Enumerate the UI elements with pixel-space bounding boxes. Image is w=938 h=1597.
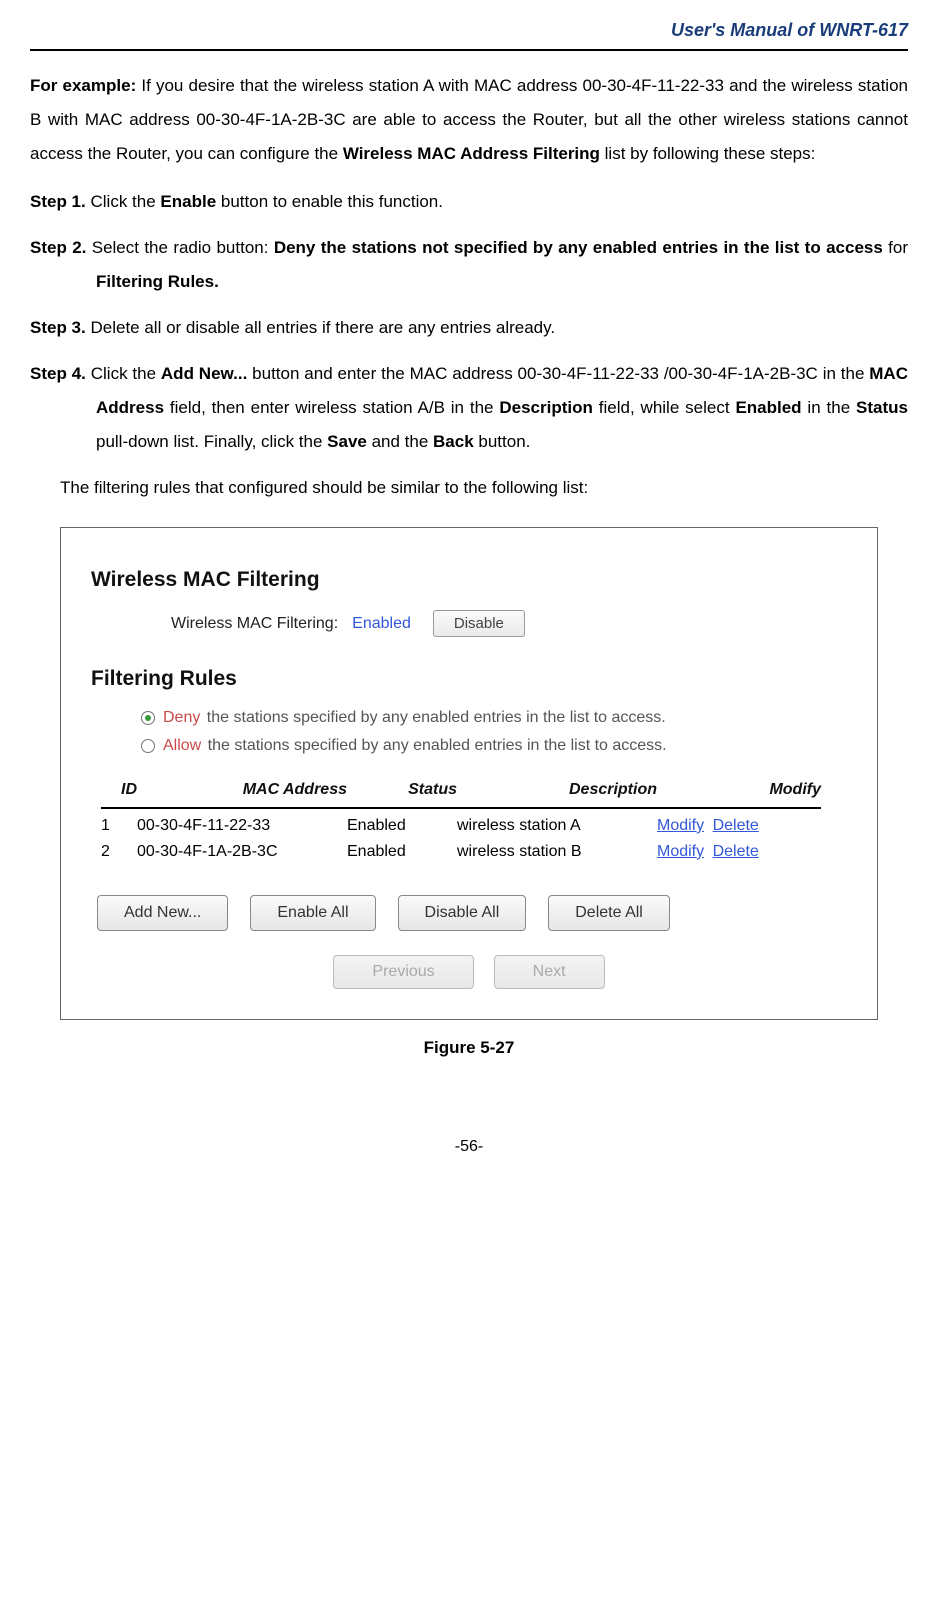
delete-link[interactable]: Delete	[713, 817, 759, 834]
modify-link[interactable]: Modify	[657, 817, 704, 834]
col-header-status: Status	[347, 781, 457, 799]
add-new-button[interactable]: Add New...	[97, 895, 228, 931]
filtering-status-value: Enabled	[352, 615, 411, 633]
previous-button: Previous	[333, 955, 473, 989]
step-4: Step 4. Click the Add New... button and …	[30, 357, 908, 459]
intro-text-2: list by following these steps:	[600, 144, 815, 163]
radio-allow-icon[interactable]	[141, 739, 155, 753]
step-1-label: Step 1.	[30, 192, 86, 211]
filtering-status-label: Wireless MAC Filtering:	[171, 615, 338, 633]
step-3-label: Step 3.	[30, 318, 86, 337]
for-example-label: For example:	[30, 76, 136, 95]
cell-mac: 00-30-4F-11-22-33	[137, 817, 347, 835]
step-2-t2: for	[883, 238, 908, 257]
step-4-t3: field, then enter wireless station A/B i…	[164, 398, 499, 417]
step-4-b7: Back	[433, 432, 474, 451]
step-4-t8: button.	[474, 432, 531, 451]
step-2-t1: Select the radio button:	[92, 238, 274, 257]
step-4-t5: in the	[802, 398, 856, 417]
page-header: User's Manual of WNRT-617	[30, 20, 908, 51]
step-4-t6: pull-down list. Finally, click the	[96, 432, 327, 451]
step-2-b2: Filtering Rules.	[96, 272, 219, 291]
action-button-row: Add New... Enable All Disable All Delete…	[97, 895, 857, 931]
delete-link[interactable]: Delete	[713, 843, 759, 860]
cell-modify: Modify Delete	[657, 843, 821, 861]
col-header-modify: Modify	[657, 781, 821, 799]
step-3: Step 3. Delete all or disable all entrie…	[30, 311, 908, 345]
cell-desc: wireless station B	[457, 843, 657, 861]
rule-deny-row[interactable]: Deny the stations specified by any enabl…	[141, 709, 857, 727]
rule-deny-keyword: Deny	[163, 709, 200, 726]
rule-deny-text: the stations specified by any enabled en…	[202, 709, 665, 726]
rule-allow-text: the stations specified by any enabled en…	[203, 737, 666, 754]
col-header-desc: Description	[457, 781, 657, 799]
cell-status: Enabled	[347, 817, 457, 835]
intro-bold-1: Wireless MAC Address Filtering	[343, 144, 600, 163]
step-4-label: Step 4.	[30, 364, 86, 383]
step-4-t1: Click the	[91, 364, 161, 383]
delete-all-button[interactable]: Delete All	[548, 895, 670, 931]
cell-desc: wireless station A	[457, 817, 657, 835]
enable-all-button[interactable]: Enable All	[250, 895, 375, 931]
rule-allow-keyword: Allow	[163, 737, 201, 754]
table-header-row: ID MAC Address Status Description Modify	[101, 781, 821, 809]
section-filtering-rules: Filtering Rules	[91, 667, 857, 691]
rule-allow-row[interactable]: Allow the stations specified by any enab…	[141, 737, 857, 755]
pager-row: Previous Next	[81, 955, 857, 989]
step-1-t1: Click the	[90, 192, 160, 211]
step-1-b1: Enable	[160, 192, 216, 211]
section-wireless-mac-filtering: Wireless MAC Filtering	[91, 568, 857, 592]
filtering-status-row: Wireless MAC Filtering: Enabled Disable	[171, 610, 857, 637]
step-1-t2: button to enable this function.	[216, 192, 443, 211]
modify-link[interactable]: Modify	[657, 843, 704, 860]
mac-filtering-table: ID MAC Address Status Description Modify…	[101, 781, 821, 861]
table-row: 2 00-30-4F-1A-2B-3C Enabled wireless sta…	[101, 843, 821, 861]
cell-id: 2	[101, 843, 137, 861]
table-row: 1 00-30-4F-11-22-33 Enabled wireless sta…	[101, 817, 821, 835]
step-3-t1: Delete all or disable all entries if the…	[90, 318, 555, 337]
step-2-label: Step 2.	[30, 238, 86, 257]
cell-mac: 00-30-4F-1A-2B-3C	[137, 843, 347, 861]
intro-paragraph: For example: If you desire that the wire…	[30, 69, 908, 171]
col-header-mac: MAC Address	[137, 781, 347, 799]
col-header-id: ID	[101, 781, 137, 799]
figure-container: Wireless MAC Filtering Wireless MAC Filt…	[60, 527, 878, 1020]
step-4-t7: and the	[367, 432, 433, 451]
step-2-b1: Deny the stations not specified by any e…	[274, 238, 883, 257]
cell-status: Enabled	[347, 843, 457, 861]
step-4-b1: Add New...	[161, 364, 247, 383]
figure-caption: Figure 5-27	[30, 1038, 908, 1058]
cell-id: 1	[101, 817, 137, 835]
disable-all-button[interactable]: Disable All	[398, 895, 527, 931]
radio-deny-icon[interactable]	[141, 711, 155, 725]
step-4-b3: Description	[499, 398, 593, 417]
filtering-rules-list: Deny the stations specified by any enabl…	[141, 709, 857, 755]
cell-modify: Modify Delete	[657, 817, 821, 835]
next-button: Next	[494, 955, 605, 989]
disable-button[interactable]: Disable	[433, 610, 525, 637]
step-4-t2: button and enter the MAC address 00-30-4…	[247, 364, 869, 383]
step-4-b5: Status	[856, 398, 908, 417]
step-4-b6: Save	[327, 432, 367, 451]
page-number: -56-	[30, 1138, 908, 1156]
step-4-t4: field, while select	[593, 398, 736, 417]
step-4-b4: Enabled	[735, 398, 801, 417]
step-2: Step 2. Select the radio button: Deny th…	[30, 231, 908, 299]
config-note: The filtering rules that configured shou…	[60, 471, 908, 505]
step-1: Step 1. Click the Enable button to enabl…	[30, 185, 908, 219]
